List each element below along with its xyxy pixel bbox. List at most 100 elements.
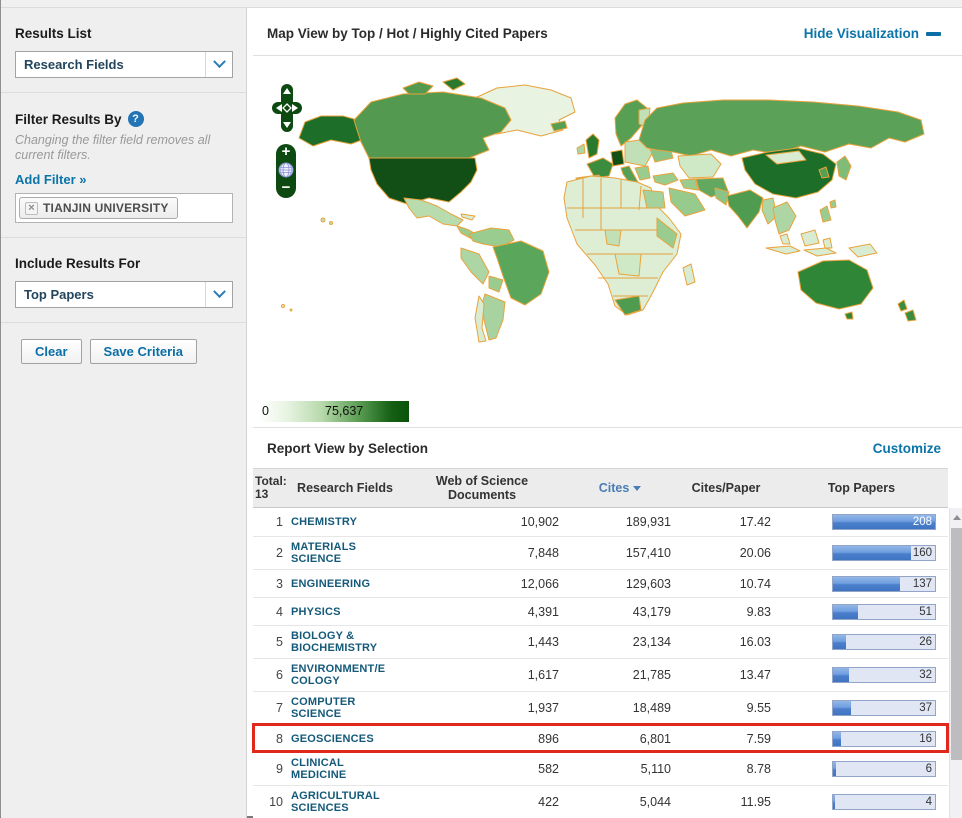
- table-row[interactable]: 10 AGRICULTURALSCIENCES 422 5,044 11.95 …: [253, 785, 948, 818]
- country-taiwan: [830, 200, 836, 208]
- column-header-cites[interactable]: Cites: [563, 481, 677, 495]
- column-header-top-papers[interactable]: Top Papers: [775, 481, 948, 495]
- country-mexico: [404, 198, 463, 226]
- row-rank: 9: [253, 762, 289, 776]
- sort-desc-icon: [633, 486, 641, 491]
- field-link[interactable]: ENVIRONMENT/ECOLOGY: [291, 663, 401, 687]
- country-india: [727, 190, 763, 228]
- include-results-dropdown-toggle[interactable]: [205, 282, 232, 307]
- filter-tag-label: TIANJIN UNIVERSITY: [43, 201, 169, 215]
- country-thailand-vietnam: [773, 202, 796, 234]
- country-kazakhstan: [678, 154, 721, 178]
- clear-button[interactable]: Clear: [21, 339, 82, 364]
- remove-filter-icon[interactable]: ×: [25, 202, 38, 215]
- map-view-title: Map View by Top / Hot / Highly Cited Pap…: [267, 26, 548, 41]
- map-color-legend: 0 75,637: [259, 401, 409, 422]
- zoom-out-button[interactable]: −: [282, 181, 291, 195]
- hide-visualization-link[interactable]: Hide Visualization: [804, 26, 919, 41]
- field-link[interactable]: PHYSICS: [291, 606, 401, 618]
- wos-documents-value: 422: [401, 795, 563, 809]
- field-link[interactable]: CLINICALMEDICINE: [291, 757, 401, 781]
- zoom-in-button[interactable]: +: [282, 145, 291, 159]
- wos-documents-value: 12,066: [401, 577, 563, 591]
- field-link[interactable]: COMPUTERSCIENCE: [291, 696, 401, 720]
- table-row[interactable]: 1 CHEMISTRY 10,902 189,931 17.42 208: [253, 508, 948, 536]
- cites-value: 21,785: [563, 668, 677, 682]
- results-list-dropdown[interactable]: Research Fields: [15, 51, 233, 78]
- country-philippines: [820, 206, 831, 222]
- include-results-dropdown[interactable]: Top Papers: [15, 281, 233, 308]
- cites-value: 157,410: [563, 546, 677, 560]
- country-madagascar: [683, 264, 695, 285]
- cites-per-paper-value: 8.78: [677, 762, 775, 776]
- country-japan: [837, 156, 851, 180]
- row-rank: 5: [253, 635, 289, 649]
- field-link[interactable]: GEOSCIENCES: [291, 733, 401, 745]
- row-rank: 8: [253, 732, 289, 746]
- total-count: Total: 13: [253, 475, 289, 501]
- country-brazil: [493, 241, 549, 305]
- table-row[interactable]: 7 COMPUTERSCIENCE 1,937 18,489 9.55 37: [253, 691, 948, 724]
- scrollbar-thumb[interactable]: [951, 528, 962, 760]
- world-map[interactable]: [253, 58, 962, 410]
- top-papers-bar: 37: [832, 700, 936, 716]
- results-list-heading: Results List: [15, 26, 232, 41]
- column-header-research-fields[interactable]: Research Fields: [289, 481, 401, 495]
- filter-results-section: Filter Results By ? Changing the filter …: [1, 93, 246, 238]
- field-link[interactable]: ENGINEERING: [291, 578, 401, 590]
- table-row-highlighted[interactable]: 8 GEOSCIENCES 896 6,801 7.59 16: [253, 724, 948, 752]
- table-row[interactable]: 6 ENVIRONMENT/ECOLOGY 1,617 21,785 13.47…: [253, 658, 948, 691]
- filter-results-heading: Filter Results By: [15, 112, 122, 127]
- row-rank: 6: [253, 668, 289, 682]
- table-row[interactable]: 9 CLINICALMEDICINE 582 5,110 8.78 6: [253, 752, 948, 785]
- table-row[interactable]: 2 MATERIALSSCIENCE 7,848 157,410 20.06 1…: [253, 536, 948, 569]
- top-papers-bar: 6: [832, 761, 936, 777]
- top-papers-bar: 137: [832, 576, 936, 592]
- cites-per-paper-value: 10.74: [677, 577, 775, 591]
- chevron-down-icon: [213, 285, 226, 298]
- wos-documents-value: 10,902: [401, 515, 563, 529]
- wos-documents-value: 4,391: [401, 605, 563, 619]
- cites-per-paper-value: 16.03: [677, 635, 775, 649]
- column-header-wos-documents[interactable]: Web of Science Documents: [401, 474, 563, 502]
- column-header-cites-per-paper[interactable]: Cites/Paper: [677, 481, 775, 495]
- country-balkans: [635, 166, 650, 180]
- cites-value: 43,179: [563, 605, 677, 619]
- field-link[interactable]: CHEMISTRY: [291, 516, 401, 528]
- map-visualization: + − 0 75,637: [253, 56, 962, 428]
- report-table-body: 1 CHEMISTRY 10,902 189,931 17.42 208 2 M…: [253, 508, 948, 818]
- field-link[interactable]: MATERIALSSCIENCE: [291, 541, 401, 565]
- table-row[interactable]: 4 PHYSICS 4,391 43,179 9.83 51: [253, 597, 948, 625]
- top-papers-bar: 160: [832, 545, 936, 561]
- cites-value: 5,110: [563, 762, 677, 776]
- field-link[interactable]: AGRICULTURALSCIENCES: [291, 790, 401, 814]
- results-list-dropdown-toggle[interactable]: [205, 52, 232, 77]
- country-usa: [369, 158, 477, 204]
- globe-icon[interactable]: [278, 162, 294, 178]
- table-scrollbar[interactable]: [949, 508, 962, 818]
- cites-value: 23,134: [563, 635, 677, 649]
- row-rank: 3: [253, 577, 289, 591]
- row-rank: 1: [253, 515, 289, 529]
- row-rank: 10: [253, 795, 289, 809]
- map-pan-control[interactable]: [272, 84, 302, 132]
- wos-documents-value: 896: [401, 732, 563, 746]
- customize-link[interactable]: Customize: [873, 441, 941, 456]
- cites-value: 129,603: [563, 577, 677, 591]
- country-egypt: [643, 190, 665, 208]
- help-icon[interactable]: ?: [128, 111, 144, 127]
- table-row[interactable]: 5 BIOLOGY &BIOCHEMISTRY 1,443 23,134 16.…: [253, 625, 948, 658]
- collapse-minus-icon[interactable]: [926, 32, 941, 36]
- add-filter-link[interactable]: Add Filter »: [15, 172, 87, 187]
- window-top-strip: [1, 0, 962, 8]
- scrollbar-up-button[interactable]: [950, 508, 962, 526]
- results-list-section: Results List Research Fields: [1, 8, 246, 93]
- field-link[interactable]: BIOLOGY &BIOCHEMISTRY: [291, 630, 401, 654]
- top-papers-bar: 16: [832, 731, 936, 747]
- country-uk: [586, 134, 599, 158]
- top-papers-bar: 4: [832, 794, 936, 810]
- results-list-selected-value: Research Fields: [16, 57, 124, 72]
- wos-documents-value: 1,443: [401, 635, 563, 649]
- save-criteria-button[interactable]: Save Criteria: [90, 339, 198, 364]
- table-row[interactable]: 3 ENGINEERING 12,066 129,603 10.74 137: [253, 569, 948, 597]
